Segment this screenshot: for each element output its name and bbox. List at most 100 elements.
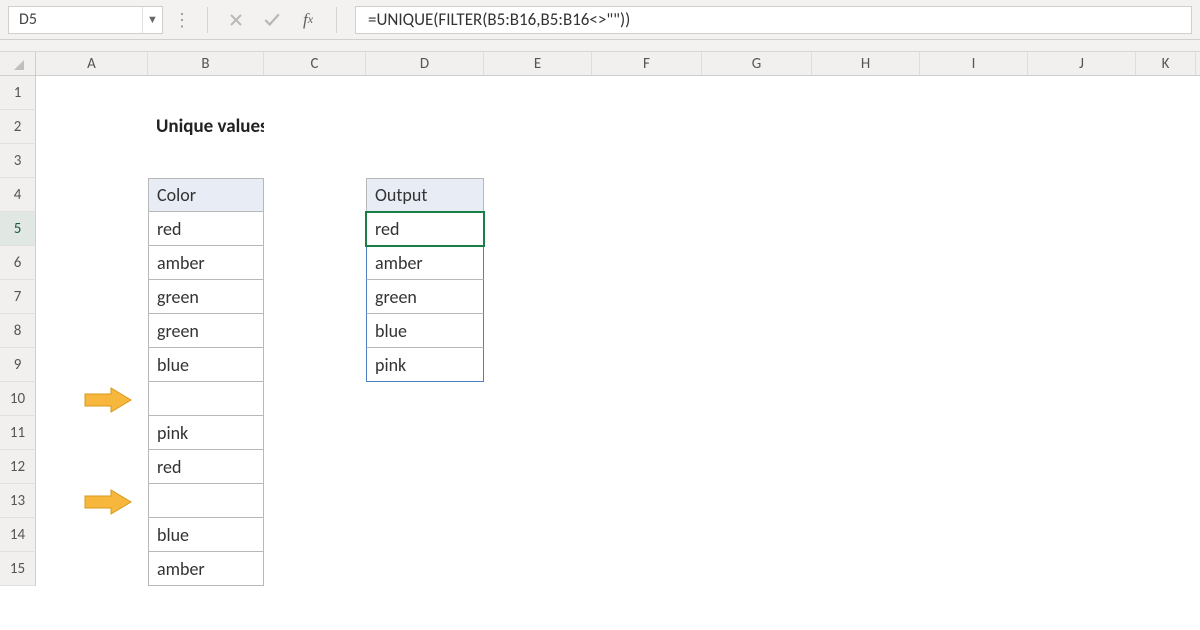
cancel-icon[interactable]	[222, 6, 250, 34]
cell[interactable]	[1028, 246, 1136, 280]
cell[interactable]: blue	[366, 314, 484, 348]
row-header-12[interactable]: 12	[0, 450, 36, 484]
cell[interactable]	[702, 76, 812, 110]
cell[interactable]	[36, 280, 148, 314]
cell[interactable]	[920, 110, 1028, 144]
row-header-2[interactable]: 2	[0, 110, 36, 144]
cell[interactable]	[592, 76, 702, 110]
cell[interactable]	[1028, 314, 1136, 348]
cell[interactable]	[592, 484, 702, 518]
row-header-6[interactable]: 6	[0, 246, 36, 280]
cell[interactable]	[592, 416, 702, 450]
cell[interactable]	[702, 382, 812, 416]
cell[interactable]	[592, 212, 702, 246]
cell[interactable]	[1028, 144, 1136, 178]
row-header-9[interactable]: 9	[0, 348, 36, 382]
cell[interactable]	[812, 518, 920, 552]
cell[interactable]	[1136, 280, 1196, 314]
formula-bar-expand-icon[interactable]: ⋮	[171, 9, 193, 31]
cell[interactable]	[484, 450, 592, 484]
cell[interactable]	[1136, 552, 1196, 586]
row-header-13[interactable]: 13	[0, 484, 36, 518]
cell[interactable]	[1028, 484, 1136, 518]
cell[interactable]	[812, 280, 920, 314]
col-header-J[interactable]: J	[1028, 52, 1136, 75]
cell[interactable]	[920, 76, 1028, 110]
cell[interactable]	[1028, 382, 1136, 416]
cell[interactable]	[1028, 178, 1136, 212]
cell[interactable]: green	[148, 314, 264, 348]
insert-function-icon[interactable]: fx	[294, 6, 322, 34]
cell[interactable]	[366, 110, 484, 144]
col-header-E[interactable]: E	[484, 52, 592, 75]
cell[interactable]	[484, 416, 592, 450]
cell[interactable]	[1028, 518, 1136, 552]
cell[interactable]	[702, 212, 812, 246]
cell[interactable]	[36, 110, 148, 144]
cell[interactable]	[36, 348, 148, 382]
cell[interactable]	[920, 484, 1028, 518]
cell[interactable]	[592, 144, 702, 178]
cell[interactable]: red	[148, 450, 264, 484]
output-header[interactable]: Output	[366, 178, 484, 212]
cell[interactable]	[264, 144, 366, 178]
cell[interactable]	[1136, 382, 1196, 416]
cell[interactable]	[1136, 314, 1196, 348]
cell[interactable]	[812, 450, 920, 484]
cell[interactable]	[366, 518, 484, 552]
cell[interactable]	[920, 212, 1028, 246]
cell[interactable]	[366, 484, 484, 518]
cell[interactable]	[1028, 212, 1136, 246]
cell[interactable]	[148, 484, 264, 518]
cell[interactable]	[36, 450, 148, 484]
cell[interactable]	[812, 348, 920, 382]
cell[interactable]	[702, 450, 812, 484]
cell[interactable]	[264, 314, 366, 348]
row-header-14[interactable]: 14	[0, 518, 36, 552]
cell[interactable]	[264, 484, 366, 518]
cell[interactable]	[36, 246, 148, 280]
cell[interactable]	[1028, 110, 1136, 144]
cell[interactable]	[592, 518, 702, 552]
cell[interactable]	[366, 144, 484, 178]
cell[interactable]	[366, 450, 484, 484]
cell[interactable]	[36, 212, 148, 246]
col-header-K[interactable]: K	[1136, 52, 1196, 75]
name-box[interactable]: D5 ▼	[8, 6, 163, 34]
cell[interactable]	[702, 144, 812, 178]
cell[interactable]	[36, 314, 148, 348]
cell[interactable]	[592, 382, 702, 416]
cell[interactable]	[264, 450, 366, 484]
cell[interactable]	[812, 178, 920, 212]
cell[interactable]	[592, 280, 702, 314]
cell[interactable]	[1136, 450, 1196, 484]
cell[interactable]	[920, 450, 1028, 484]
cell[interactable]	[264, 518, 366, 552]
cell[interactable]: amber	[366, 246, 484, 280]
cell[interactable]	[484, 212, 592, 246]
cell[interactable]	[366, 552, 484, 586]
cell[interactable]	[702, 416, 812, 450]
cell[interactable]	[36, 484, 148, 518]
cell[interactable]	[592, 110, 702, 144]
row-header-4[interactable]: 4	[0, 178, 36, 212]
row-header-1[interactable]: 1	[0, 76, 36, 110]
select-all-corner[interactable]	[0, 52, 36, 75]
cell[interactable]	[592, 246, 702, 280]
cell[interactable]	[920, 144, 1028, 178]
cell[interactable]	[264, 416, 366, 450]
cell[interactable]	[148, 144, 264, 178]
cell[interactable]	[920, 552, 1028, 586]
cell[interactable]	[264, 178, 366, 212]
cell[interactable]: green	[366, 280, 484, 314]
enter-icon[interactable]	[258, 6, 286, 34]
cell[interactable]	[812, 144, 920, 178]
cell[interactable]	[920, 246, 1028, 280]
cell[interactable]	[812, 552, 920, 586]
cell[interactable]	[1136, 144, 1196, 178]
cell[interactable]	[920, 416, 1028, 450]
cell[interactable]	[592, 348, 702, 382]
cell[interactable]	[366, 76, 484, 110]
col-header-F[interactable]: F	[592, 52, 702, 75]
cell[interactable]	[812, 484, 920, 518]
